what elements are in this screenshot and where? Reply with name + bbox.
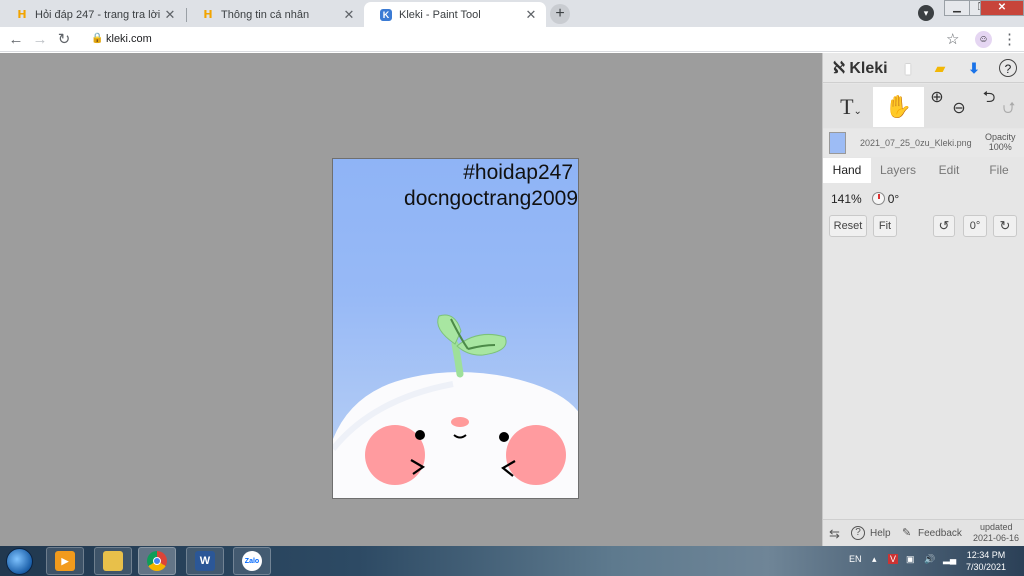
address-bar[interactable]: kleki.com xyxy=(106,33,152,45)
canvas-text-hashtag: #hoidap247 xyxy=(463,161,573,184)
angle-reset-button[interactable]: 0° xyxy=(963,215,987,237)
taskbar-clock[interactable]: 12:34 PM 7/30/2021 xyxy=(960,549,1012,573)
zalo-icon: Zalo xyxy=(242,551,262,571)
word-icon: W xyxy=(195,551,215,571)
text-tool-icon[interactable]: T⌄ xyxy=(831,87,871,127)
compass-icon xyxy=(871,192,885,205)
drawing-canvas[interactable]: #hoidap247 docngoctrang2009 xyxy=(332,158,579,499)
layer-opacity[interactable]: Opacity 100% xyxy=(985,132,1016,152)
help-link[interactable]: Help xyxy=(870,528,891,539)
tab-hoidap[interactable]: H Hỏi đáp 247 - trang tra lời ✕ xyxy=(0,2,185,27)
hoidap-favicon-icon: H xyxy=(203,8,213,21)
feedback-link[interactable]: Feedback xyxy=(918,528,962,539)
start-button[interactable] xyxy=(6,548,33,575)
zoom-level: 141% xyxy=(831,192,862,206)
device-tray-icon[interactable]: ▣ xyxy=(906,554,915,565)
new-image-icon[interactable]: ▮ xyxy=(899,59,917,77)
kleki-logo[interactable]: ℵ Kleki xyxy=(833,58,888,78)
logo-text: Kleki xyxy=(849,60,888,77)
media-indicator-icon[interactable]: ▾ xyxy=(918,5,934,21)
tab-title: Kleki - Paint Tool xyxy=(399,8,481,21)
tab-edit[interactable]: Edit xyxy=(925,158,973,183)
right-cheek xyxy=(506,425,566,485)
new-tab-button[interactable]: + xyxy=(550,4,570,24)
rotate-left-icon[interactable]: ↺ xyxy=(933,215,955,237)
panel-header: ℵ Kleki ▮ ▰ ⬇ ? xyxy=(823,53,1024,83)
reset-button[interactable]: Reset xyxy=(829,215,867,237)
open-folder-icon[interactable]: ▰ xyxy=(931,59,949,77)
browser-tab-strip: H Hỏi đáp 247 - trang tra lời ✕ H Thông … xyxy=(0,0,1024,27)
zoom-rotation-readout: 141% 0° xyxy=(831,192,899,206)
file-info-row: 2021_07_25_0zu_Kleki.png Opacity 100% xyxy=(823,129,1024,157)
opacity-value: 100% xyxy=(988,142,1012,152)
lock-icon[interactable]: 🔒 xyxy=(91,33,103,44)
windows-taskbar: ▶ W Zalo EN ▴ V ▣ 🔊 ▂▄ 12:34 PM 7/30/202… xyxy=(0,546,1024,576)
chrome-icon xyxy=(147,551,167,571)
folder-icon xyxy=(103,551,123,571)
rotation-angle: 0° xyxy=(887,192,900,206)
clock-date: 7/30/2021 xyxy=(965,562,1007,572)
file-name: 2021_07_25_0zu_Kleki.png xyxy=(860,138,972,148)
media-player-icon: ▶ xyxy=(55,551,75,571)
canvas-text-username: docngoctrang2009 xyxy=(404,187,578,210)
browser-toolbar: ← → ↻ 🔒 kleki.com ☆ ☺ ⋮ xyxy=(0,27,1024,52)
taskbar-file-explorer[interactable] xyxy=(94,547,132,575)
zoom-in-icon[interactable]: ⊕ xyxy=(927,87,947,127)
download-icon[interactable]: ⬇ xyxy=(965,59,983,77)
back-arrow-icon[interactable]: ← xyxy=(6,30,26,50)
reload-icon[interactable]: ↻ xyxy=(54,30,74,50)
tab-kleki[interactable]: K Kleki - Paint Tool ✕ xyxy=(364,2,546,27)
minimize-window-button[interactable]: ▁ xyxy=(944,0,970,16)
updated-label: updated xyxy=(980,522,1013,532)
bookmark-star-icon[interactable]: ☆ xyxy=(946,30,959,48)
tab-layers[interactable]: Layers xyxy=(873,158,923,183)
clock-time: 12:34 PM xyxy=(966,550,1006,560)
rotate-right-icon[interactable]: ↻ xyxy=(993,215,1017,237)
image-thumbnail[interactable] xyxy=(829,132,846,154)
forward-arrow-icon[interactable]: → xyxy=(30,30,50,50)
panel-footer: ⇆ ? Help ✎ Feedback updated 2021-06-16 xyxy=(823,519,1024,546)
volume-icon[interactable]: 🔊 xyxy=(924,554,935,565)
right-eye xyxy=(499,432,509,442)
opacity-label: Opacity xyxy=(985,132,1016,142)
kleki-side-panel: ℵ Kleki ▮ ▰ ⬇ ? T⌄ ✋ ⊕ ⊖ ⮌ ⮍ 2021_07_25_… xyxy=(822,53,1024,546)
drawing-workspace[interactable]: #hoidap247 docngoctrang2009 xyxy=(0,53,822,546)
feedback-icon[interactable]: ✎ xyxy=(902,526,911,539)
browser-menu-icon[interactable]: ⋮ xyxy=(1002,30,1017,48)
panel-tabs: Hand Layers Edit File xyxy=(823,158,1024,183)
tab-file[interactable]: File xyxy=(975,158,1023,183)
tool-row: T⌄ ✋ ⊕ ⊖ ⮌ ⮍ xyxy=(823,84,1024,128)
close-tab-icon[interactable]: ✕ xyxy=(163,7,177,23)
close-tab-icon[interactable]: ✕ xyxy=(342,7,356,23)
profile-avatar[interactable]: ☺ xyxy=(975,31,992,48)
undo-icon[interactable]: ⮌ xyxy=(979,87,999,127)
taskbar-media-player[interactable]: ▶ xyxy=(46,547,84,575)
tab-thong-tin[interactable]: H Thông tin cá nhân ✕ xyxy=(186,2,364,27)
kleki-favicon-icon: K xyxy=(380,8,392,21)
nose xyxy=(451,417,469,427)
language-indicator[interactable]: EN xyxy=(849,554,862,564)
tab-title: Hỏi đáp 247 - trang tra lời xyxy=(35,8,161,21)
taskbar-chrome[interactable] xyxy=(138,547,176,575)
fit-button[interactable]: Fit xyxy=(873,215,897,237)
left-eye xyxy=(415,430,425,440)
taskbar-zalo[interactable]: Zalo xyxy=(233,547,271,575)
close-tab-icon[interactable]: ✕ xyxy=(524,7,538,23)
network-signal-icon[interactable]: ▂▄ xyxy=(943,554,956,565)
hand-tool-icon[interactable]: ✋ xyxy=(873,87,924,127)
help-circle-icon[interactable]: ? xyxy=(851,526,865,540)
updated-date: 2021-06-16 xyxy=(973,533,1020,543)
swap-side-icon[interactable]: ⇆ xyxy=(829,526,840,542)
show-hidden-icons-icon[interactable]: ▴ xyxy=(872,554,877,565)
taskbar-word[interactable]: W xyxy=(186,547,224,575)
tab-title: Thông tin cá nhân xyxy=(221,8,310,21)
kleki-logo-icon: ℵ xyxy=(833,60,845,77)
hoidap-favicon-icon: H xyxy=(17,8,27,21)
antivirus-tray-icon[interactable]: V xyxy=(888,554,899,564)
help-icon[interactable]: ? xyxy=(999,59,1017,77)
tab-hand[interactable]: Hand xyxy=(823,158,871,183)
close-window-button[interactable]: ✕ xyxy=(980,0,1024,16)
